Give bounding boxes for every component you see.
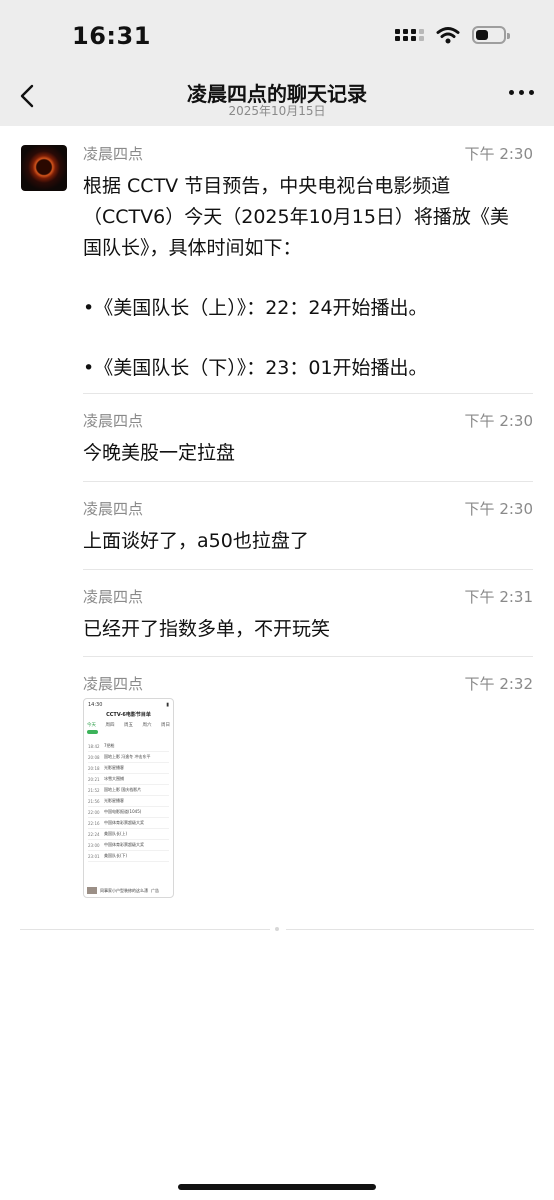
- message-text[interactable]: 已经开了指数多单，不开玩笑: [83, 614, 523, 645]
- wifi-icon: [436, 27, 460, 44]
- header-area: 16:31 凌晨四点的聊天记录 2025年10月15日: [0, 0, 554, 126]
- thumbnail-title: CCTV-6电影节目单: [106, 712, 151, 718]
- sender-name: 凌晨四点: [83, 412, 144, 430]
- thumbnail-row: 21:56 光影星播客: [88, 796, 169, 807]
- message-item: 凌晨四点 下午 2:30 上面谈好了，a50也拉盘了: [83, 498, 533, 558]
- thumbnail-row: 22:24 美国队长(上): [88, 829, 169, 840]
- thumbnail-row: 22:00 中国电影报道(1045): [88, 807, 169, 818]
- message-text[interactable]: 今晚美股一定拉盘: [83, 438, 523, 469]
- image-message-thumbnail[interactable]: 14:30 ▮ CCTV-6电影节目单 今天 周四 周五 周六 周日 18:42…: [83, 698, 174, 898]
- message-divider: [83, 393, 533, 394]
- thumbnail-ad-text: 同事家小户型装修的这么漂: [100, 887, 148, 893]
- thumbnail-row: 23:00 中国体育彩票超级大奖: [88, 840, 169, 851]
- message-divider: [83, 656, 533, 657]
- message-item: 凌晨四点 下午 2:30 今晚美股一定拉盘: [83, 410, 533, 470]
- sender-name: 凌晨四点: [83, 588, 144, 606]
- sender-name: 凌晨四点: [83, 675, 144, 693]
- thumbnail-ad-badge: 广告: [151, 887, 159, 893]
- thumbnail-row: 22:16 中国体育彩票超级大奖: [88, 818, 169, 829]
- message-time: 下午 2:32: [464, 675, 533, 693]
- thumbnail-row: 20:18 光影星播客: [88, 763, 169, 774]
- home-indicator[interactable]: [178, 1184, 376, 1190]
- sender-name: 凌晨四点: [83, 145, 144, 163]
- thumbnail-tab: 周日: [161, 723, 170, 728]
- thumbnail-day-tabs: 今天 周四 周五 周六 周日: [87, 722, 170, 728]
- thumbnail-row: 18:42 7把枪: [88, 741, 169, 752]
- thumbnail-row: 21:52 国地上影 国庆档影片: [88, 785, 169, 796]
- message-item: 凌晨四点 下午 2:31 已经开了指数多单，不开玩笑: [83, 586, 533, 646]
- message-line: 根据 CCTV 节目预告，中央电视台电影频道: [83, 175, 451, 197]
- thumbnail-active-tab-indicator: [87, 730, 98, 734]
- message-line: •《美国队长（上）》：22：24开始播出。: [83, 297, 428, 319]
- thumbnail-row: 23:01 美国队长(下): [88, 851, 169, 862]
- message-time: 下午 2:30: [464, 500, 533, 518]
- thumbnail-row: 20:08 国地上影 冯逸冬 冲击东平: [88, 752, 169, 763]
- page-subtitle-date: 2025年10月15日: [228, 104, 326, 118]
- message-divider: [83, 569, 533, 570]
- thumbnail-ad: 同事家小户型装修的这么漂 广告: [87, 886, 170, 895]
- thumbnail-program-list: 18:42 7把枪 20:08 国地上影 冯逸冬 冲击东平 20:18 光影星播客 2…: [88, 741, 169, 862]
- sender-name: 凌晨四点: [83, 500, 144, 518]
- thumbnail-tab: 周六: [142, 723, 152, 728]
- message-line: （CCTV6）今天（2025年10月15日）将播放《美: [83, 206, 509, 228]
- message-text[interactable]: 根据 CCTV 节目预告，中央电视台电影频道 （CCTV6）今天（2025年10…: [83, 171, 523, 384]
- thumbnail-tab: 周四: [105, 723, 115, 728]
- message-divider: [83, 481, 533, 482]
- avatar[interactable]: [21, 145, 67, 191]
- message-line: •《美国队长（下）》：23：01开始播出。: [83, 357, 428, 379]
- message-text[interactable]: 上面谈好了，a50也拉盘了: [83, 526, 523, 557]
- thumbnail-tab: 今天: [87, 723, 96, 728]
- message-line: 国队长》，具体时间如下：: [83, 237, 302, 259]
- status-icons: [395, 26, 510, 44]
- chat-history-screen: 16:31 凌晨四点的聊天记录 2025年10月15日 凌晨四点 下午 2:30: [0, 0, 554, 1200]
- cellular-signal-icon: [395, 29, 424, 41]
- footer-divider: [20, 929, 270, 930]
- thumbnail-time: 14:30: [88, 702, 103, 708]
- message-item: 凌晨四点 下午 2:30 根据 CCTV 节目预告，中央电视台电影频道 （CCT…: [83, 143, 533, 383]
- more-dots-icon[interactable]: [509, 90, 534, 95]
- message-time: 下午 2:31: [464, 588, 533, 606]
- thumbnail-status-bar: 14:30 ▮: [88, 702, 169, 708]
- thumbnail-battery-icon: ▮: [166, 702, 169, 708]
- footer-dot: [275, 927, 279, 931]
- thumbnail-tab: 周五: [124, 723, 133, 728]
- thumbnail-ad-image: [87, 887, 97, 894]
- message-time: 下午 2:30: [464, 412, 533, 430]
- status-time: 16:31: [72, 22, 151, 50]
- battery-icon: [472, 26, 510, 44]
- thumbnail-row: 20:21 冰雪大围捕: [88, 774, 169, 785]
- footer-divider: [286, 929, 534, 930]
- message-time: 下午 2:30: [464, 145, 533, 163]
